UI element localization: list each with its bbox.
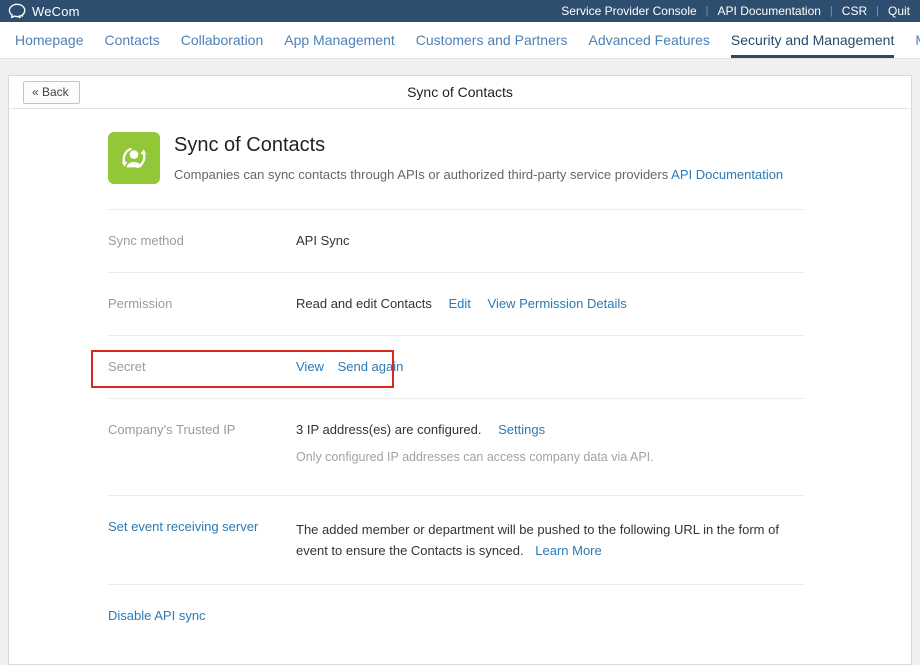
app-header-text: Sync of Contacts Companies can sync cont… bbox=[174, 132, 783, 182]
brand-name: WeCom bbox=[32, 4, 80, 19]
nav-security-and-management[interactable]: Security and Management bbox=[731, 22, 894, 58]
page-panel: « Back Sync of Contacts Sync of Contacts… bbox=[8, 75, 912, 665]
trusted-ip-settings-link[interactable]: Settings bbox=[498, 422, 545, 437]
topbar-links: Service Provider Console | API Documenta… bbox=[561, 4, 910, 18]
row-label: Company's Trusted IP bbox=[108, 422, 296, 465]
nav-collaboration[interactable]: Collaboration bbox=[181, 22, 264, 58]
row-label: Permission bbox=[108, 296, 296, 312]
sync-contacts-icon bbox=[108, 132, 160, 184]
topbar-link-quit[interactable]: Quit bbox=[888, 4, 910, 18]
trusted-ip-line: 3 IP address(es) are configured. Setting… bbox=[296, 422, 654, 438]
wecom-logo: WeCom bbox=[8, 3, 80, 19]
row-disable-api-sync: Disable API sync bbox=[9, 585, 911, 664]
person-sync-glyph bbox=[116, 140, 152, 176]
app-description-text: Companies can sync contacts through APIs… bbox=[174, 167, 668, 182]
nav-advanced-features[interactable]: Advanced Features bbox=[589, 22, 710, 58]
topbar-link-api-documentation[interactable]: API Documentation bbox=[718, 4, 821, 18]
topbar-link-service-provider-console[interactable]: Service Provider Console bbox=[561, 4, 696, 18]
nav-customers-and-partners[interactable]: Customers and Partners bbox=[416, 22, 568, 58]
app-description: Companies can sync contacts through APIs… bbox=[174, 167, 783, 182]
trusted-ip-note: Only configured IP addresses can access … bbox=[296, 449, 654, 465]
send-again-link[interactable]: Send again bbox=[338, 359, 404, 374]
view-secret-link[interactable]: View bbox=[296, 359, 324, 374]
permission-value: Read and edit Contacts bbox=[296, 296, 432, 311]
row-value: API Sync bbox=[296, 233, 349, 249]
nav-contacts[interactable]: Contacts bbox=[105, 22, 160, 58]
topbar-link-csr[interactable]: CSR bbox=[842, 4, 867, 18]
back-button[interactable]: « Back bbox=[23, 81, 80, 104]
app-header: Sync of Contacts Companies can sync cont… bbox=[9, 109, 911, 209]
row-label: Sync method bbox=[108, 233, 296, 249]
row-label: Secret bbox=[108, 359, 296, 375]
page-title: Sync of Contacts bbox=[9, 84, 911, 100]
api-documentation-link[interactable]: API Documentation bbox=[671, 167, 783, 182]
separator: | bbox=[830, 5, 833, 17]
row-sync-method: Sync method API Sync bbox=[9, 210, 911, 272]
nav-app-management[interactable]: App Management bbox=[284, 22, 395, 58]
learn-more-link[interactable]: Learn More bbox=[535, 543, 601, 558]
row-value: View Send again bbox=[296, 359, 403, 375]
view-permission-details-link[interactable]: View Permission Details bbox=[488, 296, 627, 311]
wecom-bubble-icon bbox=[8, 3, 27, 19]
separator: | bbox=[706, 5, 709, 17]
row-secret: Secret View Send again bbox=[9, 336, 911, 398]
trusted-ip-value: 3 IP address(es) are configured. bbox=[296, 422, 481, 437]
row-value: 3 IP address(es) are configured. Setting… bbox=[296, 422, 654, 465]
nav-homepage[interactable]: Homepage bbox=[15, 22, 84, 58]
row-permission: Permission Read and edit Contacts Edit V… bbox=[9, 273, 911, 335]
disable-api-sync-link[interactable]: Disable API sync bbox=[108, 608, 296, 624]
row-event-server: Set event receiving server The added mem… bbox=[9, 496, 911, 584]
nav-my-company[interactable]: My Company bbox=[915, 22, 920, 58]
edit-permission-link[interactable]: Edit bbox=[449, 296, 471, 311]
topbar: WeCom Service Provider Console | API Doc… bbox=[0, 0, 920, 22]
page-subheader: « Back Sync of Contacts bbox=[9, 76, 911, 109]
app-title: Sync of Contacts bbox=[174, 134, 783, 157]
main-navigation: Homepage Contacts Collaboration App Mana… bbox=[0, 22, 920, 59]
row-trusted-ip: Company's Trusted IP 3 IP address(es) ar… bbox=[9, 399, 911, 495]
set-event-receiving-server-link[interactable]: Set event receiving server bbox=[108, 519, 296, 561]
separator: | bbox=[876, 5, 879, 17]
row-value: Read and edit Contacts Edit View Permiss… bbox=[296, 296, 627, 312]
row-value: The added member or department will be p… bbox=[296, 519, 805, 561]
